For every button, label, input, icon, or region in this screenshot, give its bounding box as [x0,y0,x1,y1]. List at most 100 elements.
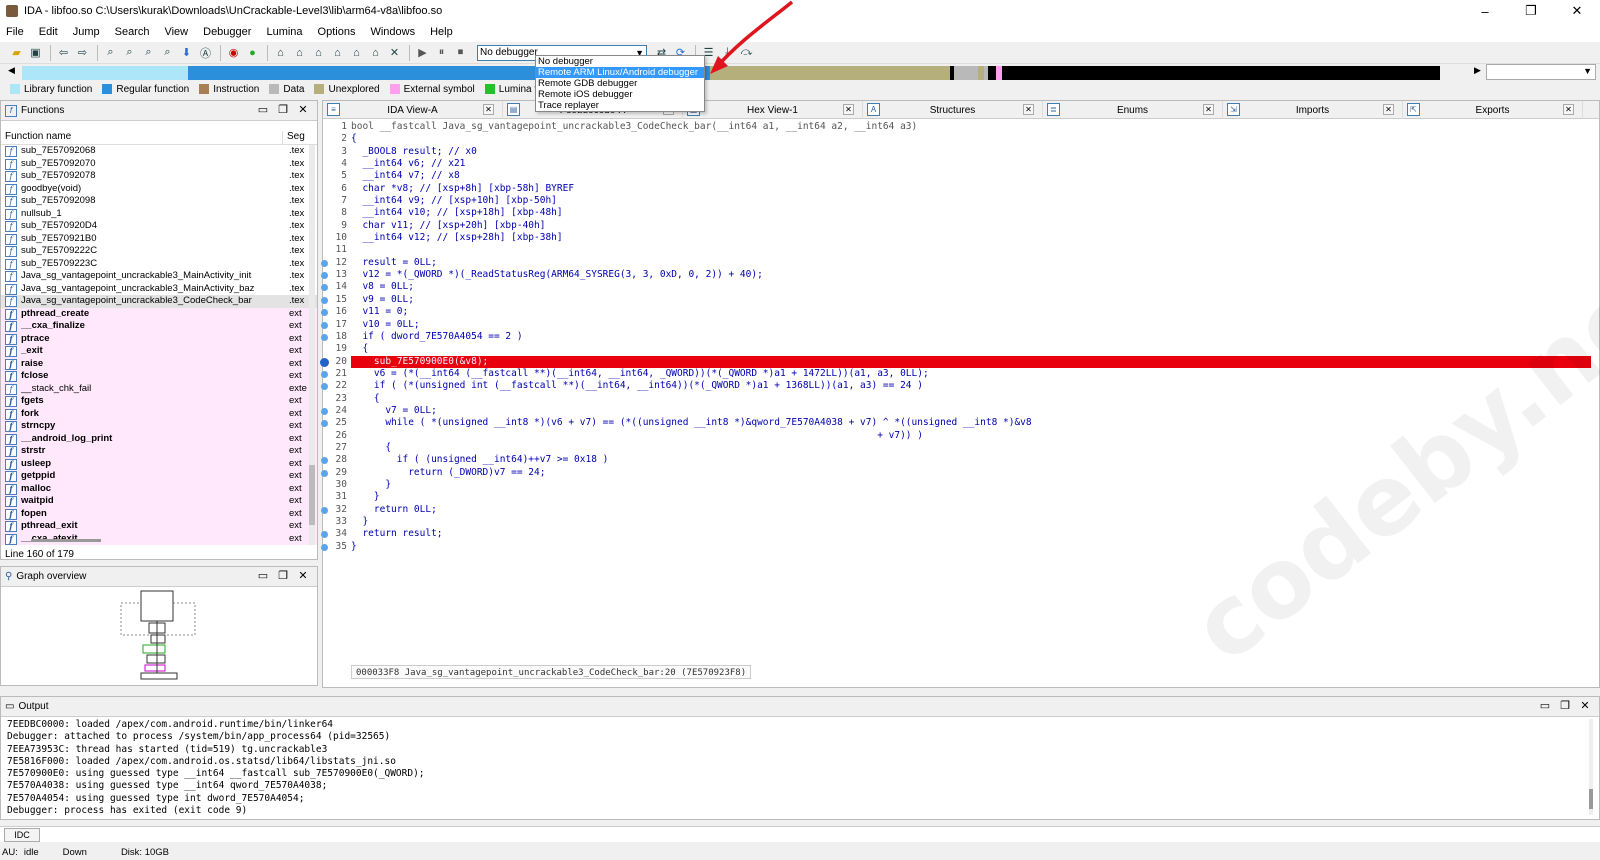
function-row[interactable]: f goodbye(void) .tex [1,183,317,196]
stop-process-icon[interactable]: ⏹ [452,44,469,61]
minimize-panel-icon[interactable]: ▭ [253,103,273,116]
code-line[interactable]: 7 __int64 v9; // [xsp+10h] [xbp-50h] [341,195,1591,207]
tab-hex-view-1[interactable]: ▦Hex View-1✕ [683,101,863,119]
idc-input[interactable] [40,828,1600,842]
function-row[interactable]: f waitpid ext [1,495,317,508]
search-text-icon[interactable]: ⌕ [121,44,138,61]
graph-tool-icon[interactable]: ⌂ [310,44,327,61]
code-line[interactable]: 10 __int64 v12; // [xsp+28h] [xbp-38h] [336,232,1591,244]
code-line[interactable]: 35} [321,541,1591,553]
function-row[interactable]: f strstr ext [1,445,317,458]
code-line[interactable]: 2{ [341,133,1591,145]
code-line[interactable]: 11 [336,244,1591,256]
open-folder-icon[interactable]: ▰ [8,44,25,61]
function-row[interactable]: f sub_7E57092098 .tex [1,195,317,208]
function-row[interactable]: f Java_sg_vantagepoint_uncrackable3_CodeC… [1,295,317,308]
function-row[interactable]: f fclose ext [1,370,317,383]
pause-process-icon[interactable]: ⏸ [433,44,450,61]
float-panel-icon[interactable]: ❐ [273,103,293,116]
executable-line-dot-icon[interactable] [321,296,328,304]
output-scrollbar[interactable] [1589,719,1593,815]
pseudocode-lines[interactable]: 1 bool __fastcall Java_sg_vantagepoint_un… [320,121,1591,661]
nav-left-arrow-icon[interactable]: ◀ [8,65,15,76]
tab-close-icon[interactable]: ✕ [843,104,854,115]
menu-edit[interactable]: Edit [39,26,58,38]
functions-scrollbar[interactable] [309,145,315,545]
code-line[interactable]: 19 { [336,343,1591,355]
function-row[interactable]: f pthread_exit ext [1,520,317,533]
graph-tool-icon[interactable]: ⌂ [367,44,384,61]
code-line[interactable]: 20 sub_7E570900E0(&v8); [320,355,1591,368]
lumina-green-icon[interactable]: ● [244,44,261,61]
code-line[interactable]: 13 v12 = *(_QWORD *)(_ReadStatusReg(ARM6… [321,269,1591,281]
code-line[interactable]: 27 { [336,442,1591,454]
function-row[interactable]: f fgets ext [1,395,317,408]
function-row[interactable]: f getppid ext [1,470,317,483]
executable-line-dot-icon[interactable] [321,407,328,415]
function-row[interactable]: f pthread_create ext [1,307,317,320]
function-row[interactable]: f sub_7E570920D4 .tex [1,220,317,233]
menu-lumina[interactable]: Lumina [266,26,302,38]
code-line[interactable]: 4 __int64 v6; // x21 [341,158,1591,170]
code-line[interactable]: 1 bool __fastcall Java_sg_vantagepoint_un… [341,121,1591,133]
code-line[interactable]: 5 __int64 v7; // x8 [341,170,1591,182]
executable-line-dot-icon[interactable] [321,370,328,378]
executable-line-dot-icon[interactable] [321,333,328,341]
function-row[interactable]: f sub_7E5709223C .tex [1,258,317,271]
search-imm-icon[interactable]: ⌕ [140,44,157,61]
code-line[interactable]: 21 v6 = (*(__int64 (__fastcall **)(__int… [321,368,1591,380]
nav-right-arrow-icon[interactable]: ▶ [1474,65,1481,76]
graph-tool-icon[interactable]: ⌂ [272,44,289,61]
code-line[interactable]: 18 if ( dword_7E570A4054 == 2 ) [321,331,1591,343]
menu-search[interactable]: Search [115,26,150,38]
function-row[interactable]: f sub_7E57092070 .tex [1,158,317,171]
menu-options[interactable]: Options [318,26,356,38]
col-segment[interactable]: Seg [283,131,317,144]
menu-view[interactable]: View [164,26,188,38]
code-line[interactable]: 31 } [336,491,1591,503]
forward-arrow-icon[interactable]: ⇨ [74,44,91,61]
function-row[interactable]: f sub_7E570921B0 .tex [1,233,317,246]
graph-overview-canvas[interactable] [111,587,211,683]
function-row[interactable]: f fork ext [1,407,317,420]
tab-close-icon[interactable]: ✕ [1563,104,1574,115]
close-button[interactable]: ✕ [1554,0,1600,22]
tab-exports[interactable]: ⇱ Exports ✕ [1403,101,1583,119]
debugger-option-none[interactable]: No debugger [536,56,704,67]
code-line[interactable]: 32 return 0LL; [321,504,1591,516]
stop-red-icon[interactable]: ◉ [225,44,242,61]
float-panel-icon[interactable]: ❐ [273,569,293,582]
start-process-icon[interactable]: ▶ [414,44,431,61]
idc-language-button[interactable]: IDC [4,827,40,842]
jump-down-icon[interactable]: ⬇ [178,44,195,61]
text-mode-icon[interactable]: Ⓐ [197,44,214,61]
menu-debugger[interactable]: Debugger [203,26,251,38]
function-row[interactable]: f Java_sg_vantagepoint_uncrackable3_MainA… [1,283,317,296]
code-line[interactable]: 15 v9 = 0LL; [321,294,1591,306]
executable-line-dot-icon[interactable] [321,543,328,551]
code-line[interactable]: 8 __int64 v10; // [xsp+18h] [xbp-48h] [341,207,1591,219]
function-row[interactable]: f _exit ext [1,345,317,358]
debugger-option-arm-android[interactable]: Remote ARM Linux/Android debugger [536,67,704,78]
tab-close-icon[interactable]: ✕ [1203,104,1214,115]
code-line[interactable]: 25 while ( *(unsigned __int8 *)(v6 + v7)… [321,417,1591,429]
maximize-button[interactable]: ❐ [1508,0,1554,22]
tab-ida-view-a[interactable]: ≡ IDA View-A ✕ [323,101,503,119]
code-line[interactable]: 28 if ( (unsigned __int64)++v7 >= 0x18 ) [321,454,1591,466]
tab-enums[interactable]: ≣ Enums ✕ [1043,101,1223,119]
executable-line-dot-icon[interactable] [321,469,328,477]
code-line[interactable]: 23 { [336,393,1591,405]
code-line[interactable]: 6 char *v8; // [xsp+8h] [xbp-58h] BYREF [341,183,1591,195]
function-row[interactable]: f malloc ext [1,482,317,495]
code-line[interactable]: 16 v11 = 0; [321,306,1591,318]
menu-jump[interactable]: Jump [73,26,100,38]
menu-windows[interactable]: Windows [370,26,415,38]
save-icon[interactable]: ▣ [27,44,44,61]
minimize-button[interactable]: – [1462,0,1508,22]
cross-icon[interactable]: ✕ [386,44,403,61]
tab-structures[interactable]: A Structures ✕ [863,101,1043,119]
breakpoint-icon[interactable] [320,357,329,367]
function-row[interactable]: f nullsub_1 .tex [1,208,317,221]
menu-file[interactable]: File [6,26,24,38]
code-line[interactable]: 29 return (_DWORD)v7 == 24; [321,467,1591,479]
